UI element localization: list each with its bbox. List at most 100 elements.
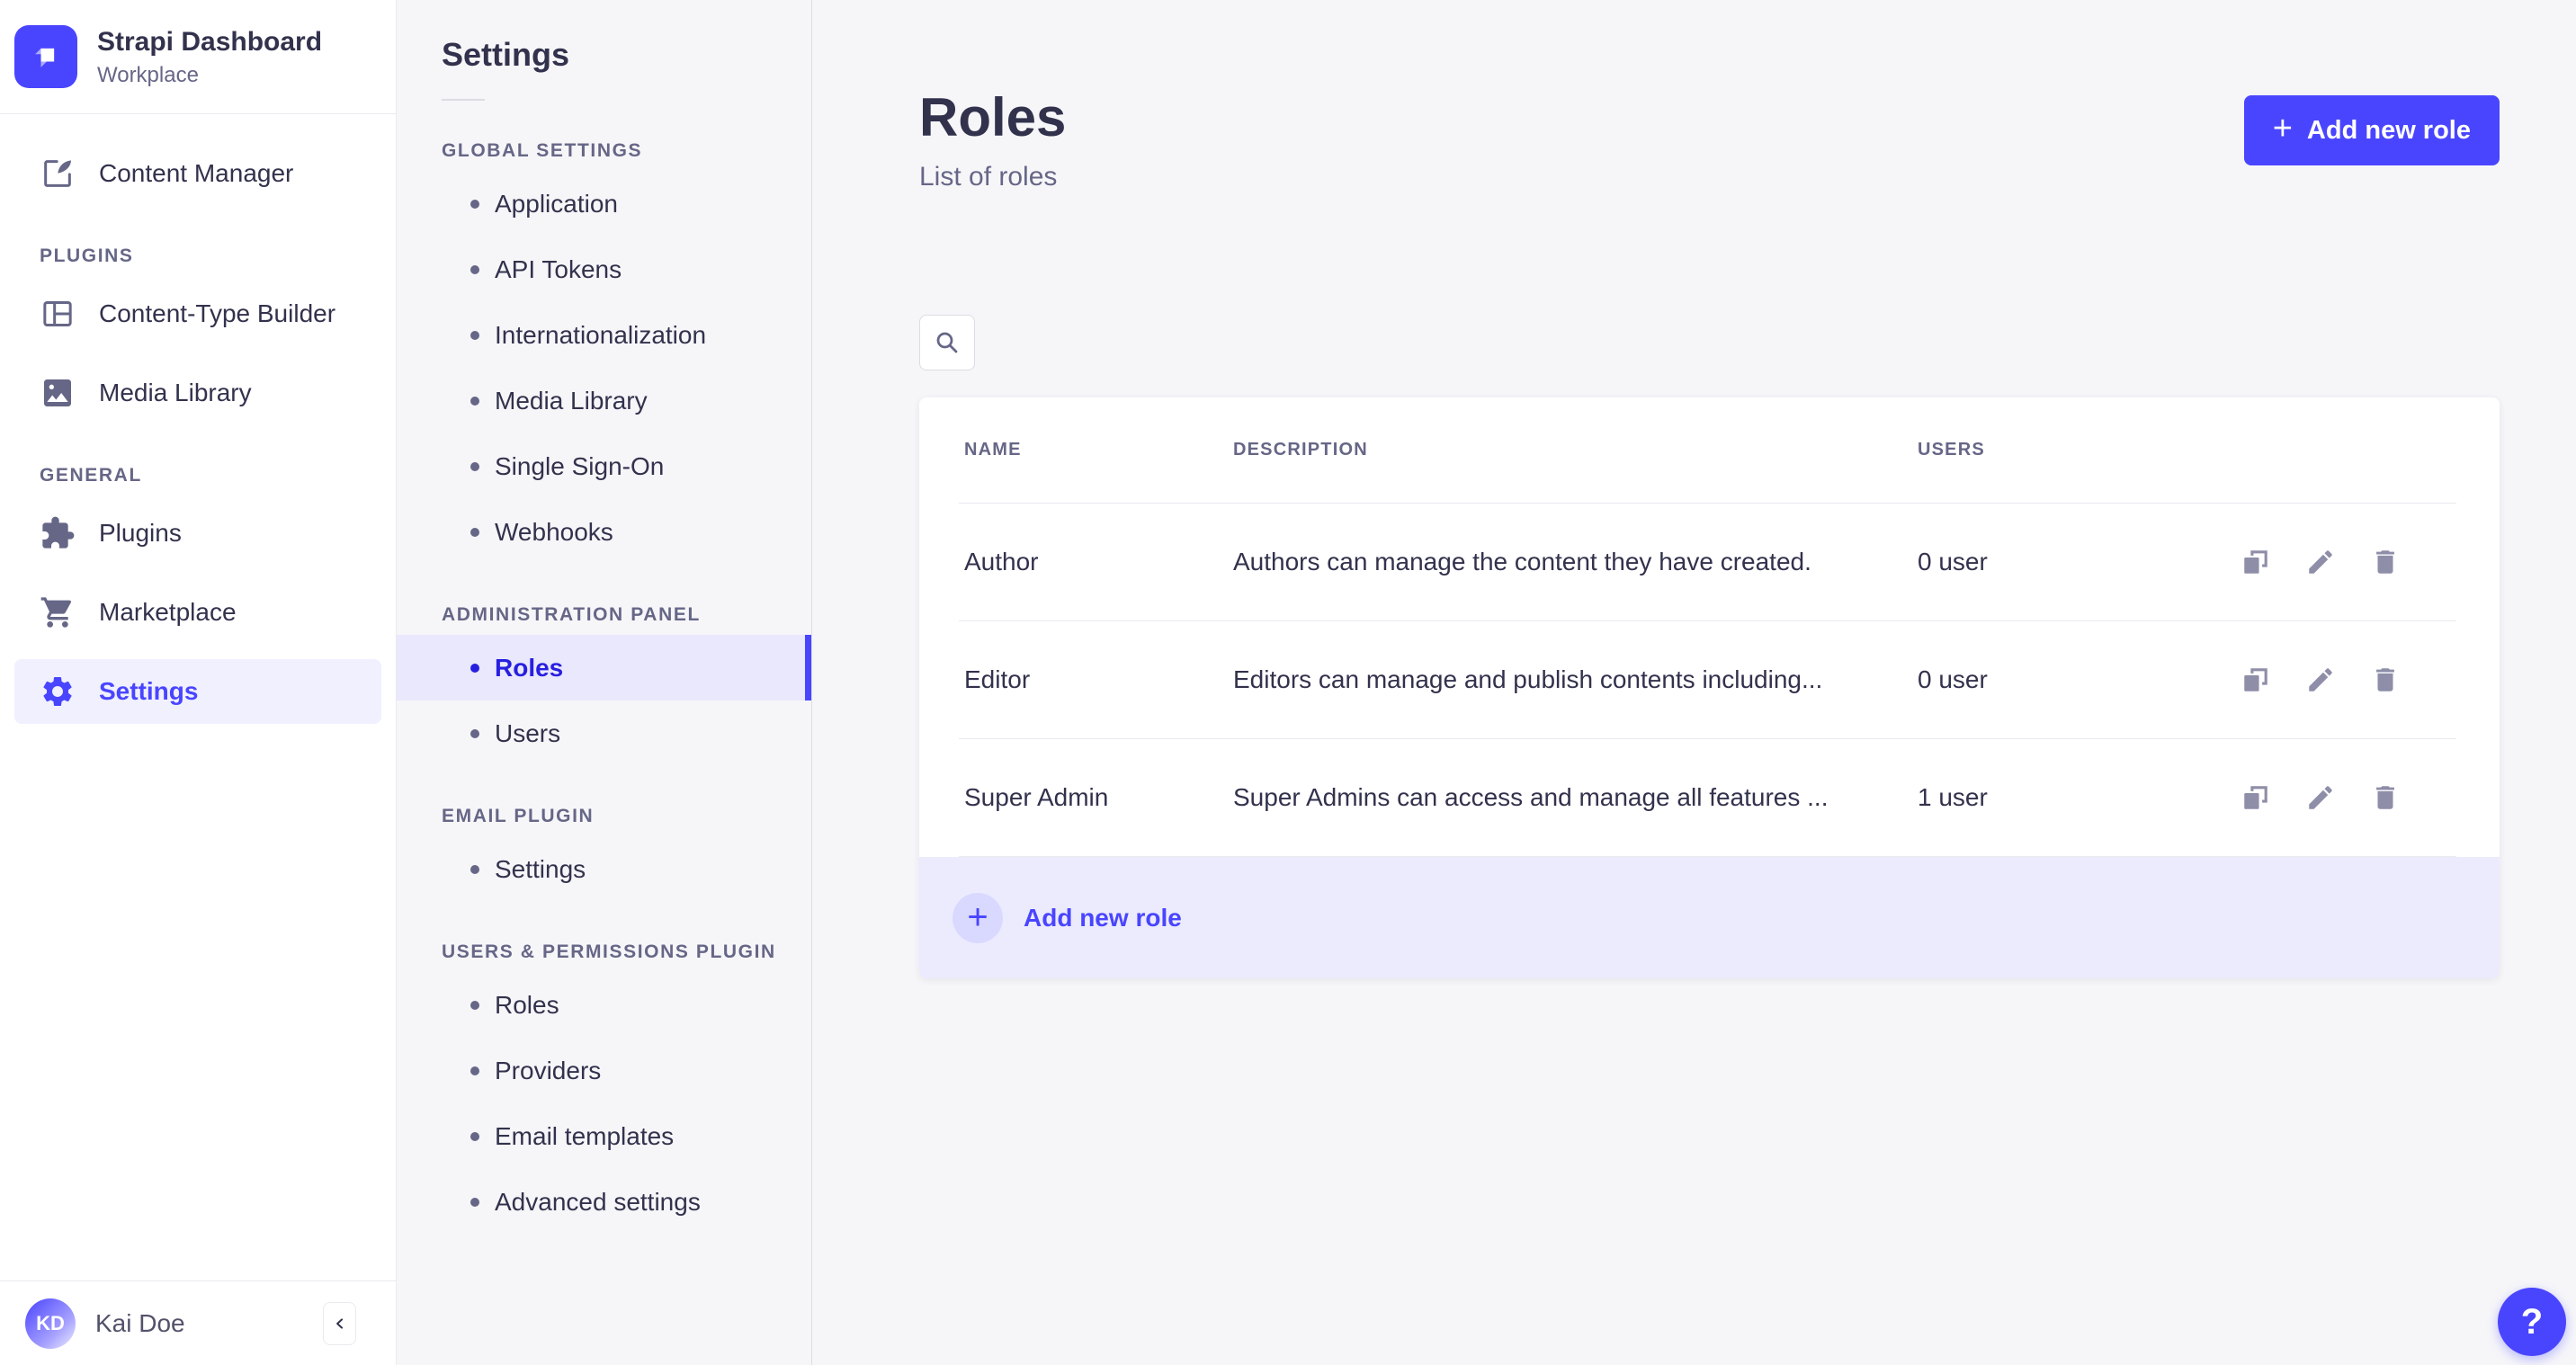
subnav-item-application[interactable]: Application xyxy=(397,171,811,236)
table-row-editor[interactable]: Editor Editors can manage and publish co… xyxy=(919,621,2500,738)
duplicate-role-button[interactable] xyxy=(2241,547,2271,577)
role-users-count: 0 user xyxy=(1918,548,1988,575)
strapi-logo-icon xyxy=(14,25,77,88)
sidebar-item-label: Marketplace xyxy=(99,598,237,626)
pencil-icon xyxy=(2309,786,2332,809)
bullet-icon xyxy=(470,461,479,471)
subnav-list: Settings xyxy=(397,836,811,902)
bullet-icon xyxy=(470,330,479,340)
sidebar-item-media-library[interactable]: Media Library xyxy=(14,361,381,425)
subnav-item-media-library[interactable]: Media Library xyxy=(397,368,811,433)
sidebar-item-content-manager[interactable]: Content Manager xyxy=(14,141,381,206)
bullet-icon xyxy=(470,199,479,209)
subnav-item-single-sign-on[interactable]: Single Sign-On xyxy=(397,433,811,499)
role-name: Author xyxy=(964,548,1039,575)
bullet-icon xyxy=(470,1000,479,1010)
edit-role-button[interactable] xyxy=(2305,782,2336,813)
subnav-item-label: Advanced settings xyxy=(495,1187,701,1216)
delete-role-button[interactable] xyxy=(2370,547,2401,577)
page-title: Roles xyxy=(919,87,1067,147)
subnav-item-users[interactable]: Users xyxy=(397,700,811,766)
role-description: Authors can manage the content they have… xyxy=(1233,548,1811,575)
subnav-item-providers[interactable]: Providers xyxy=(397,1038,811,1103)
bullet-icon xyxy=(470,1197,479,1207)
sidebar-item-marketplace[interactable]: Marketplace xyxy=(14,580,381,645)
bullet-icon xyxy=(470,396,479,406)
row-actions xyxy=(2241,547,2401,577)
edit-role-button[interactable] xyxy=(2305,665,2336,695)
sidebar-item-plugins[interactable]: Plugins xyxy=(14,501,381,566)
sidebar-item-label: Settings xyxy=(99,677,199,705)
page-header: Roles List of roles + Add new role xyxy=(919,88,2500,192)
row-actions xyxy=(2241,782,2401,813)
subnav-item-label: Single Sign-On xyxy=(495,451,665,480)
sidebar-item-label: Content-Type Builder xyxy=(99,299,336,327)
subnav-item-roles-up[interactable]: Roles xyxy=(397,972,811,1038)
table-row-author[interactable]: Author Authors can manage the content th… xyxy=(919,504,2500,620)
plus-icon: + xyxy=(2272,110,2293,147)
subnav-list: Roles Users xyxy=(397,635,811,766)
subnav-item-email-templates[interactable]: Email templates xyxy=(397,1103,811,1169)
roles-table-card: NAME DESCRIPTION USERS Author Authors ca… xyxy=(919,397,2500,978)
bullet-icon xyxy=(470,264,479,274)
subnav-item-internationalization[interactable]: Internationalization xyxy=(397,302,811,368)
media-library-icon xyxy=(44,379,71,406)
sidebar-section-general: GENERAL xyxy=(40,465,142,486)
subnav-item-api-tokens[interactable]: API Tokens xyxy=(397,236,811,302)
table-row-super-admin[interactable]: Super Admin Super Admins can access and … xyxy=(919,739,2500,856)
sidebar-collapse-button[interactable] xyxy=(323,1301,356,1345)
subnav-title-divider xyxy=(442,99,485,101)
page-title-block: Roles List of roles xyxy=(919,88,1066,192)
role-name: Editor xyxy=(964,665,1031,693)
delete-role-button[interactable] xyxy=(2370,665,2401,695)
page-subtitle: List of roles xyxy=(919,162,1058,192)
app-window: Strapi Dashboard Workplace Content Manag… xyxy=(0,0,2576,1365)
plus-circle-icon: + xyxy=(953,892,1003,943)
duplicate-icon xyxy=(2244,786,2267,809)
sidebar-item-content-type-builder[interactable]: Content-Type Builder xyxy=(14,281,381,346)
subnav-item-label: Users xyxy=(495,718,561,747)
subnav-item-label: Roles xyxy=(495,990,559,1019)
subnav-section-email-plugin: EMAIL PLUGIN xyxy=(442,806,595,826)
sidebar-item-settings[interactable]: Settings xyxy=(14,659,381,724)
duplicate-role-button[interactable] xyxy=(2241,782,2271,813)
content-manager-icon xyxy=(44,160,71,187)
subnav-list: Application API Tokens Internationalizat… xyxy=(397,171,811,565)
help-button[interactable]: ? xyxy=(2498,1288,2566,1356)
subnav-item-label: API Tokens xyxy=(495,254,622,283)
pencil-icon xyxy=(2309,668,2332,691)
bullet-icon xyxy=(470,527,479,537)
subnav-item-roles-admin[interactable]: Roles xyxy=(397,635,811,700)
role-users-count: 1 user xyxy=(1918,783,1988,811)
subnav-item-label: Roles xyxy=(495,653,564,682)
subnav-item-webhooks[interactable]: Webhooks xyxy=(397,499,811,565)
add-new-role-button[interactable]: + Add new role xyxy=(2243,95,2500,165)
sidebar-nav: Content Manager PLUGINS Content-Type Bui… xyxy=(0,114,396,724)
chevron-left-icon xyxy=(335,1317,343,1329)
edit-role-button[interactable] xyxy=(2305,547,2336,577)
bullet-icon xyxy=(470,1066,479,1075)
user-name: Kai Doe xyxy=(95,1308,185,1337)
add-new-role-footer[interactable]: + Add new role xyxy=(919,857,2500,978)
avatar[interactable]: KD xyxy=(25,1298,76,1349)
search-button[interactable] xyxy=(919,315,975,370)
subnav-title: Settings xyxy=(442,36,570,73)
role-name: Super Admin xyxy=(964,783,1109,811)
duplicate-icon xyxy=(2244,550,2267,574)
brand-title: Strapi Dashboard xyxy=(97,26,323,57)
marketplace-cart-icon xyxy=(40,597,71,628)
role-users-count: 0 user xyxy=(1918,665,1988,693)
brand-header[interactable]: Strapi Dashboard Workplace xyxy=(0,0,396,114)
subnav-section-administration-panel: ADMINISTRATION PANEL xyxy=(442,604,701,625)
delete-role-button[interactable] xyxy=(2370,782,2401,813)
bullet-icon xyxy=(470,1131,479,1141)
role-description: Editors can manage and publish contents … xyxy=(1233,665,1823,693)
duplicate-role-button[interactable] xyxy=(2241,665,2271,695)
subnav-item-email-settings[interactable]: Settings xyxy=(397,836,811,902)
subnav-item-advanced-settings[interactable]: Advanced settings xyxy=(397,1169,811,1235)
trash-icon xyxy=(2376,668,2394,691)
content-type-builder-icon xyxy=(43,301,72,326)
table-header-row: NAME DESCRIPTION USERS xyxy=(919,397,2500,503)
column-header-users: USERS xyxy=(1918,440,1985,459)
row-actions xyxy=(2241,665,2401,695)
